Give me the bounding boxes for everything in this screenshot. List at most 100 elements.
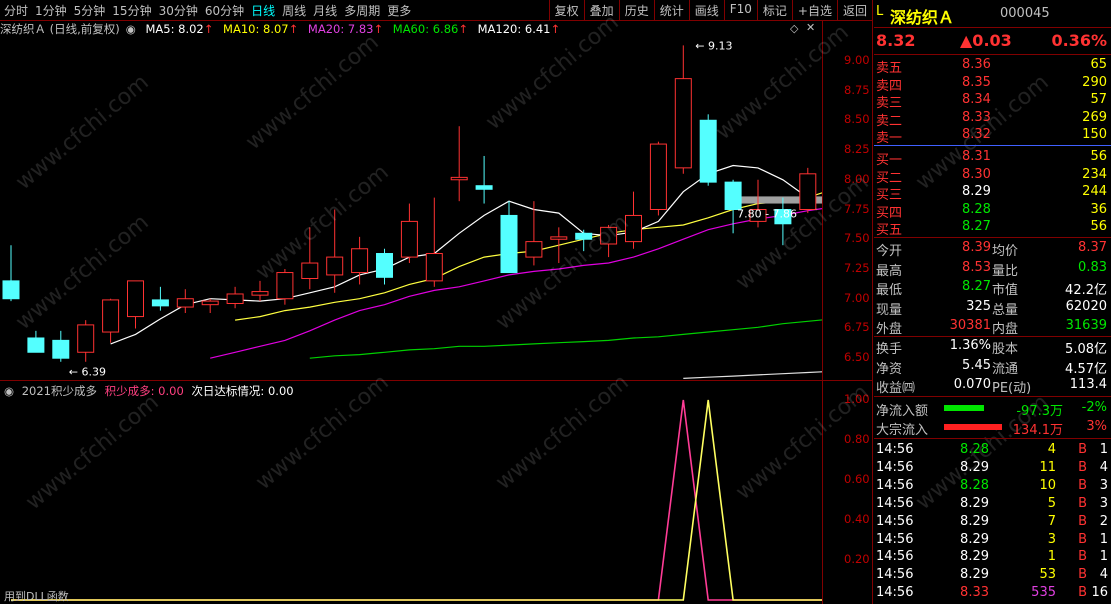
buy-level[interactable]: 买二 8.30 234 bbox=[874, 167, 1111, 186]
diamond-icon[interactable]: ◇ bbox=[790, 22, 798, 35]
buy-level[interactable]: 买一 8.31 56 bbox=[874, 149, 1111, 168]
candle-body[interactable] bbox=[176, 298, 194, 308]
ma20-up-arrow: ↑ bbox=[373, 22, 384, 36]
candle-body[interactable] bbox=[649, 143, 667, 210]
indicator-axis-label: 0.20 bbox=[844, 552, 870, 566]
candle-body[interactable] bbox=[127, 280, 144, 318]
settings-icon[interactable]: ◉ bbox=[4, 384, 14, 398]
candle-body[interactable] bbox=[2, 280, 20, 300]
period-tab-8[interactable]: 月线 bbox=[313, 4, 337, 18]
period-tab-0[interactable]: 分时 bbox=[4, 4, 28, 18]
stat-row: 外盘 30381 内盘 31639 bbox=[874, 318, 1111, 337]
toolbar-button-8[interactable]: 返回 bbox=[836, 0, 872, 20]
buy-price: 8.27 bbox=[962, 219, 991, 235]
sell-label: 卖一 bbox=[876, 131, 903, 147]
period-tab-6[interactable]: 日线 bbox=[251, 4, 275, 18]
sell-level[interactable]: 卖二 8.33 269 bbox=[874, 110, 1111, 129]
toolbar-button-4[interactable]: 画线 bbox=[688, 0, 724, 20]
indicator-series2-label: 次日达标情况: 0.00 bbox=[191, 384, 294, 398]
tick-volume: 5 bbox=[1047, 495, 1056, 511]
stat-value: 5.08亿 bbox=[1065, 342, 1107, 357]
price-change-pct: 0.36% bbox=[1051, 31, 1107, 50]
ma10-value: MA10: 8.07 bbox=[223, 22, 289, 36]
candle-body[interactable] bbox=[251, 291, 269, 296]
toolbar-button-5[interactable]: F10 bbox=[723, 0, 757, 20]
period-tab-9[interactable]: 多周期 bbox=[344, 4, 380, 18]
sell-price: 8.36 bbox=[962, 57, 991, 72]
candle-body[interactable] bbox=[799, 173, 817, 211]
sell-level[interactable]: 卖四 8.35 290 bbox=[874, 75, 1111, 94]
candle-body[interactable] bbox=[475, 185, 493, 190]
period-tab-5[interactable]: 60分钟 bbox=[205, 4, 244, 18]
buy-price: 8.31 bbox=[962, 149, 991, 164]
toolbar-button-3[interactable]: 统计 bbox=[653, 0, 689, 20]
tick-time: 14:56 bbox=[876, 585, 914, 601]
panel-divider bbox=[872, 0, 873, 604]
candle-body[interactable] bbox=[525, 241, 543, 258]
tick-price: 8.29 bbox=[960, 513, 989, 529]
tick-count: 4 bbox=[1099, 459, 1108, 475]
candle-body[interactable] bbox=[326, 256, 344, 276]
sell-level[interactable]: 卖一 8.32 150 bbox=[874, 127, 1111, 147]
sell-price: 8.32 bbox=[962, 127, 991, 143]
sell-label: 卖三 bbox=[876, 96, 903, 112]
candle-body[interactable] bbox=[151, 299, 169, 307]
tick-time: 14:56 bbox=[876, 513, 914, 529]
candle-body[interactable] bbox=[77, 324, 95, 353]
candle-body[interactable] bbox=[201, 300, 219, 306]
buy-level[interactable]: 买五 8.27 56 bbox=[874, 219, 1111, 238]
ma60-line bbox=[309, 319, 822, 359]
band-annotation: 7.80 - 7.86 bbox=[737, 208, 797, 221]
period-tab-7[interactable]: 周线 bbox=[282, 4, 306, 18]
candle-body[interactable] bbox=[450, 176, 468, 181]
sell-level[interactable]: 卖三 8.34 57 bbox=[874, 92, 1111, 112]
tick-time: 14:56 bbox=[876, 442, 914, 457]
settings-icon[interactable]: ◉ bbox=[126, 22, 136, 36]
buy-level[interactable]: 买四 8.28 36 bbox=[874, 201, 1111, 221]
quote-panel: L 深纺织Ａ 000045 8.32 ▲0.03 0.36% 卖五 8.36 65 卖… bbox=[874, 0, 1111, 604]
period-tab-3[interactable]: 15分钟 bbox=[112, 4, 151, 18]
buy-level[interactable]: 买三 8.29 244 bbox=[874, 184, 1111, 203]
period-tab-2[interactable]: 5分钟 bbox=[74, 4, 106, 18]
stat-label: 总量 bbox=[992, 302, 1019, 318]
stock-name[interactable]: 深纺织Ａ bbox=[890, 4, 954, 28]
ma5-value: MA5: 8.02 bbox=[145, 22, 204, 36]
candle-body[interactable] bbox=[550, 236, 568, 240]
candle-body[interactable] bbox=[425, 253, 443, 282]
candle-body[interactable] bbox=[102, 299, 120, 333]
candle-body[interactable] bbox=[724, 181, 742, 210]
candle-body[interactable] bbox=[27, 337, 45, 353]
ma120-label: MA120: 6.41↑ bbox=[478, 22, 561, 36]
candle-body[interactable] bbox=[376, 253, 393, 278]
candle-body[interactable] bbox=[674, 78, 692, 169]
candle-body[interactable] bbox=[226, 293, 244, 304]
period-tab-1[interactable]: 1分钟 bbox=[35, 4, 67, 18]
toolbar-button-7[interactable]: +自选 bbox=[791, 0, 837, 20]
candle-body[interactable] bbox=[500, 214, 518, 274]
buy-volume: 36 bbox=[1090, 201, 1107, 217]
sell-level[interactable]: 卖五 8.36 65 bbox=[874, 57, 1111, 76]
stat-value: 325 bbox=[966, 298, 991, 314]
tick-side: B bbox=[1078, 442, 1087, 457]
sell-label: 卖四 bbox=[876, 78, 903, 94]
flow-row: 大宗流入 134.1万 3% bbox=[874, 419, 1111, 438]
candle-body[interactable] bbox=[52, 339, 70, 359]
period-tab-10[interactable]: 更多 bbox=[387, 4, 411, 18]
stat-value: 4.57亿 bbox=[1065, 361, 1107, 377]
toolbar-button-6[interactable]: 标记 bbox=[756, 0, 792, 20]
toolbar-button-2[interactable]: 历史 bbox=[618, 0, 654, 20]
stat-row: 现量 325 总量 62020 bbox=[874, 298, 1111, 318]
candle-body[interactable] bbox=[400, 220, 418, 258]
price-axis-label: 7.25 bbox=[844, 260, 870, 275]
tick-count: 1 bbox=[1099, 442, 1108, 457]
tick-row: 14:56 8.29 3 B 1 bbox=[874, 532, 1111, 549]
close-icon[interactable]: ✕ bbox=[806, 21, 815, 34]
candle-body[interactable] bbox=[351, 248, 369, 274]
candle-body[interactable] bbox=[276, 272, 294, 300]
ma10-label: MA10: 8.07↑ bbox=[223, 22, 298, 36]
stat-value: 8.37 bbox=[1078, 240, 1107, 255]
toolbar-button-0[interactable]: 复权 bbox=[548, 0, 584, 20]
period-tab-4[interactable]: 30分钟 bbox=[159, 4, 198, 18]
candle-body[interactable] bbox=[301, 262, 319, 280]
stat-label: 最高 bbox=[876, 263, 903, 279]
